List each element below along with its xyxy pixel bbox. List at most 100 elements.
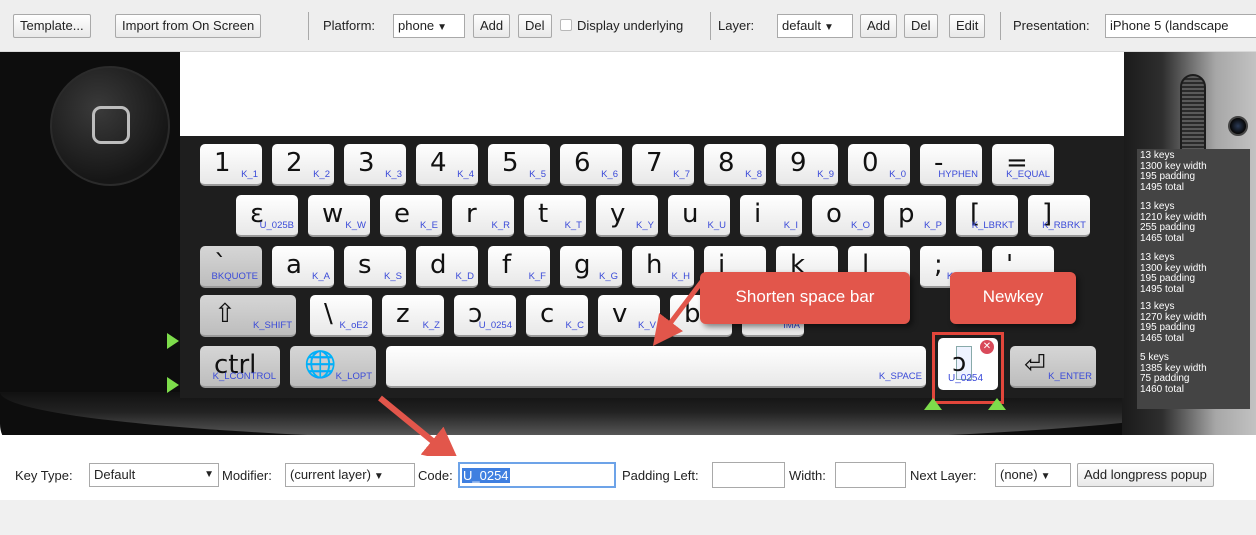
key-type-label: Key Type: xyxy=(15,468,73,483)
key-k_5[interactable]: 5 K_5 xyxy=(488,144,550,186)
toolbar-divider xyxy=(710,12,711,40)
layer-edit-button[interactable]: Edit xyxy=(949,14,986,38)
platform-label: Platform: xyxy=(323,18,376,33)
row-stats-line: 1495 total xyxy=(1140,181,1184,193)
platform-del-button[interactable]: Del xyxy=(518,14,552,38)
key-k_lopt[interactable]: 🌐 K_LOPT xyxy=(290,346,376,388)
key-k_6[interactable]: 6 K_6 xyxy=(560,144,622,186)
key-k_lbrkt[interactable]: [K_LBRKT xyxy=(956,195,1018,237)
insert-key-right-icon[interactable] xyxy=(988,398,1006,410)
layer-add-button[interactable]: Add xyxy=(860,14,898,38)
add-row-icon[interactable] xyxy=(167,333,179,349)
key-label: y xyxy=(610,199,626,229)
key-code: K_R xyxy=(491,220,510,231)
key-label: 🌐 xyxy=(304,350,337,380)
key-k_h[interactable]: h K_H xyxy=(632,246,694,288)
code-input[interactable]: U_0254 xyxy=(458,462,616,488)
key-k_z[interactable]: z K_Z xyxy=(382,295,444,337)
key-code: K_0 xyxy=(889,169,906,180)
key-k_enter[interactable]: ⏎ K_ENTER xyxy=(1010,346,1096,388)
key-k_4[interactable]: 4 K_4 xyxy=(416,144,478,186)
layer-del-button[interactable]: Del xyxy=(904,14,938,38)
key-k_d[interactable]: d K_D xyxy=(416,246,478,288)
key-code: K_SPACE xyxy=(878,371,922,382)
key-k_i[interactable]: i K_I xyxy=(740,195,802,237)
key-type-select[interactable]: Default ▼ xyxy=(89,463,219,487)
row-stats-line: 1465 total xyxy=(1140,332,1184,344)
newkey-callout: Newkey xyxy=(950,272,1076,324)
key-k_u[interactable]: u K_U xyxy=(668,195,730,237)
key-code: K_W xyxy=(345,220,366,231)
key-code: K_C xyxy=(565,320,584,331)
key-u_0254[interactable]: ɔ U_0254 xyxy=(454,295,516,337)
key-k_2[interactable]: 2 K_2 xyxy=(272,144,334,186)
key-k_c[interactable]: c K_C xyxy=(526,295,588,337)
padding-left-input[interactable] xyxy=(712,462,785,488)
display-underlying-checkbox[interactable] xyxy=(560,19,572,31)
add-longpress-popup-button[interactable]: Add longpress popup xyxy=(1077,463,1214,487)
key-u_025b[interactable]: ɛ U_025B xyxy=(236,195,298,237)
key-label: u xyxy=(682,199,699,229)
key-k_equal[interactable]: = K_EQUAL xyxy=(992,144,1054,186)
platform-add-button[interactable]: Add xyxy=(473,14,511,38)
home-button-icon xyxy=(92,106,130,144)
key-label: c xyxy=(540,299,555,329)
presentation-select[interactable]: iPhone 5 (landscape xyxy=(1105,14,1256,38)
modifier-select[interactable]: (current layer) ▼ xyxy=(285,463,415,487)
key-label: 1 xyxy=(214,148,231,178)
key-k_8[interactable]: 8 K_8 xyxy=(704,144,766,186)
key-k_r[interactable]: r K_R xyxy=(452,195,514,237)
toolbar-divider xyxy=(1000,12,1001,40)
key-k_p[interactable]: p K_P xyxy=(884,195,946,237)
key-label: s xyxy=(358,250,372,280)
key-label: b xyxy=(684,299,701,329)
layer-label: Layer: xyxy=(718,18,755,33)
key-k_lcontrol[interactable]: ctrl K_LCONTROL xyxy=(200,346,280,388)
key-code: K_8 xyxy=(745,169,762,180)
key-k_space[interactable]: K_SPACE xyxy=(386,346,926,388)
key-k_shift[interactable]: ⇧ K_SHIFT xyxy=(200,295,296,337)
key-label: r xyxy=(466,199,477,229)
key-code: K_EQUAL xyxy=(1006,169,1050,180)
key-k_e[interactable]: e K_E xyxy=(380,195,442,237)
key-k_t[interactable]: t K_T xyxy=(524,195,586,237)
key-k_3[interactable]: 3 K_3 xyxy=(344,144,406,186)
key-k_y[interactable]: y K_Y xyxy=(596,195,658,237)
key-k_f[interactable]: f K_F xyxy=(488,246,550,288)
key-label: 9 xyxy=(790,148,807,178)
key-k_o[interactable]: o K_O xyxy=(812,195,874,237)
code-label: Code: xyxy=(418,468,453,483)
key-k_a[interactable]: a K_A xyxy=(272,246,334,288)
import-on-screen-button[interactable]: Import from On Screen xyxy=(115,14,262,38)
insert-key-left-icon[interactable] xyxy=(924,398,942,410)
key-bkquote[interactable]: ` BKQUOTE xyxy=(200,246,262,288)
key-label: z xyxy=(396,299,410,329)
key-k_7[interactable]: 7 K_7 xyxy=(632,144,694,186)
key-label: 2 xyxy=(286,148,303,178)
chevron-down-icon: ▼ xyxy=(1040,471,1051,482)
layer-select[interactable]: default ▼ xyxy=(777,14,853,38)
add-row-icon[interactable] xyxy=(167,377,179,393)
new-key-highlight xyxy=(932,332,1004,404)
key-k_s[interactable]: s K_S xyxy=(344,246,406,288)
platform-select[interactable]: phone ▼ xyxy=(393,14,465,38)
key-label: 6 xyxy=(574,148,591,178)
key-k_oe2[interactable]: \ K_oE2 xyxy=(310,295,372,337)
key-k_g[interactable]: g K_G xyxy=(560,246,622,288)
key-k_rbrkt[interactable]: ] K_RBRKT xyxy=(1028,195,1090,237)
row-stats-line: 13 keys xyxy=(1140,150,1175,161)
key-k_1[interactable]: 1 K_1 xyxy=(200,144,262,186)
key-hyphen[interactable]: - HYPHEN xyxy=(920,144,982,186)
key-code: BKQUOTE xyxy=(211,271,258,282)
template-button[interactable]: Template... xyxy=(13,14,91,38)
width-input[interactable] xyxy=(835,462,906,488)
next-layer-select[interactable]: (none) ▼ xyxy=(995,463,1071,487)
key-label: h xyxy=(646,250,663,280)
key-label: 5 xyxy=(502,148,519,178)
keyboard-preview: 1 K_1 2 K_2 3 K_3 4 K_4 5 K_5 6 K_6 7 K_7 8 K_8 9 K_9 0 K_0… xyxy=(0,52,1256,435)
key-k_w[interactable]: w K_W xyxy=(308,195,370,237)
key-k_0[interactable]: 0 K_0 xyxy=(848,144,910,186)
key-k_9[interactable]: 9 K_9 xyxy=(776,144,838,186)
key-k_v[interactable]: v K_V xyxy=(598,295,660,337)
key-code: U_0254 xyxy=(478,320,512,331)
